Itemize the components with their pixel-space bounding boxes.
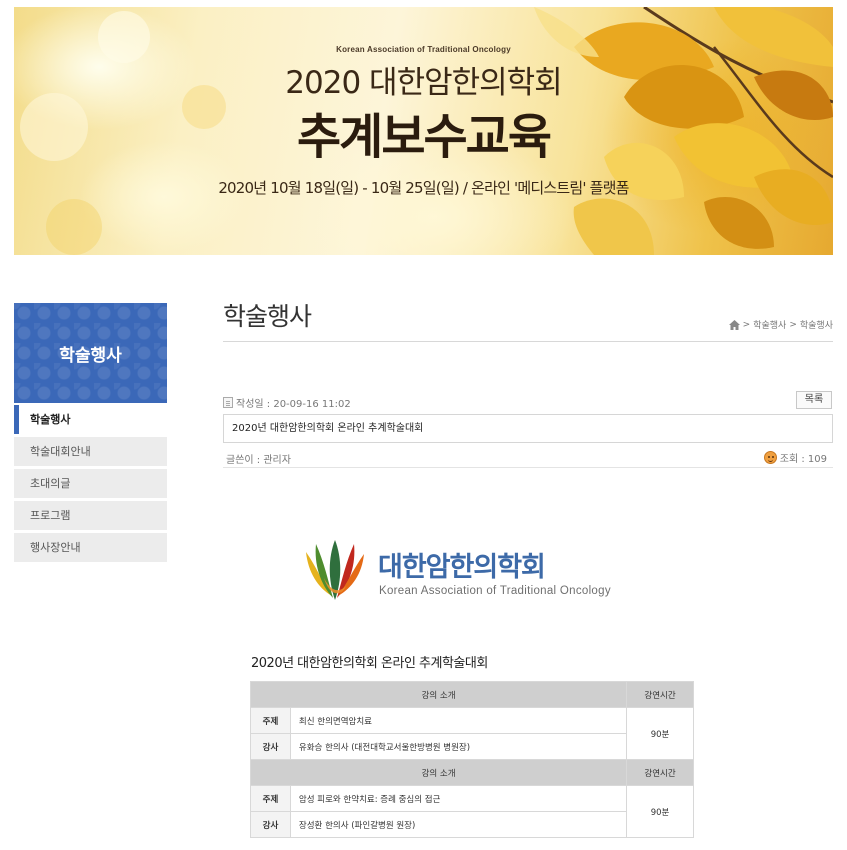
banner-title-line2: 추계보수교육 — [297, 109, 552, 165]
face-icon — [763, 451, 777, 464]
session-table: 강의 소개 강연시간 주제 암성 피로와 한약치료: 증례 중심의 접근 90분… — [249, 759, 694, 838]
session-table: 강의 소개 강연시간 주제 최신 한의면역암치료 90분 강사 유화승 한의사 … — [249, 681, 694, 760]
post-date-label: 작성일 : 20-09-16 11:02 — [236, 399, 351, 410]
breadcrumb-separator: > — [742, 319, 751, 330]
session-lecturer: 유화승 한의사 (대전대학교서울한방병원 병원장) — [289, 733, 628, 760]
header-divider — [223, 341, 833, 342]
lotus-logo-icon — [306, 540, 364, 600]
session-duration: 90분 — [626, 785, 694, 838]
banner-org-english: Korean Association of Traditional Oncolo… — [336, 45, 511, 54]
sidebar-heading: 학술행사 — [14, 303, 167, 403]
breadcrumb-item[interactable]: 학술행사 — [753, 318, 786, 331]
intro-header: 강의 소개 — [249, 681, 628, 708]
duration-header: 강연시간 — [626, 759, 694, 786]
document-icon — [223, 397, 233, 408]
banner-title-line1: 2020 대한암한의학회 — [285, 65, 562, 101]
post-views-label: 조회 : 109 — [779, 454, 827, 465]
org-name-korean: 대한암한의학회 — [378, 552, 546, 583]
org-logo: 대한암한의학회 Korean Association of Traditiona… — [302, 540, 662, 604]
list-button[interactable]: 목록 — [796, 391, 832, 409]
intro-header: 강의 소개 — [249, 759, 628, 786]
breadcrumb: > 학술행사 > 학술행사 — [728, 318, 833, 331]
sidebar-item-events[interactable]: 학술행사 — [14, 405, 167, 434]
page-title: 학술행사 — [223, 302, 312, 331]
org-name-english: Korean Association of Traditional Oncolo… — [379, 585, 611, 597]
sidebar-item-invitation[interactable]: 초대의글 — [14, 469, 167, 498]
lecturer-label: 강사 — [250, 733, 291, 760]
session-topic: 최신 한의면역암치료 — [289, 707, 628, 734]
event-banner: Korean Association of Traditional Oncolo… — [14, 7, 833, 255]
breadcrumb-item[interactable]: 학술행사 — [800, 318, 833, 331]
session-topic: 암성 피로와 한약치료: 증례 중심의 접근 — [289, 785, 628, 812]
session-lecturer: 장성환 한의사 (파인갈병원 원장) — [289, 811, 628, 838]
sidebar-item-program[interactable]: 프로그램 — [14, 501, 167, 530]
session-duration: 90분 — [626, 707, 694, 760]
duration-header: 강연시간 — [626, 681, 694, 708]
post-author: 글쓴이 : 관리자 — [226, 455, 291, 466]
breadcrumb-separator: > — [789, 319, 797, 330]
banner-date-line: 2020년 10월 18일(일) - 10월 25일(일) / 온라인 '메디스… — [218, 179, 629, 197]
post-title: 2020년 대한암한의학회 온라인 추계학술대회 — [223, 414, 833, 443]
meta-divider — [223, 467, 833, 468]
sidebar-menu: 학술행사 학술대회안내 초대의글 프로그램 행사장안내 — [14, 405, 167, 565]
lecturer-label: 강사 — [250, 811, 291, 838]
post-date: 작성일 : 20-09-16 11:02 — [223, 395, 351, 410]
sidebar-item-venue[interactable]: 행사장안내 — [14, 533, 167, 562]
topic-label: 주제 — [250, 707, 291, 734]
home-icon[interactable] — [728, 319, 740, 330]
post-views: 조회 : 109 — [763, 450, 827, 465]
sidebar-item-conference-info[interactable]: 학술대회안내 — [14, 437, 167, 466]
program-title: 2020년 대한암한의학회 온라인 추계학술대회 — [251, 656, 488, 671]
topic-label: 주제 — [250, 785, 291, 812]
